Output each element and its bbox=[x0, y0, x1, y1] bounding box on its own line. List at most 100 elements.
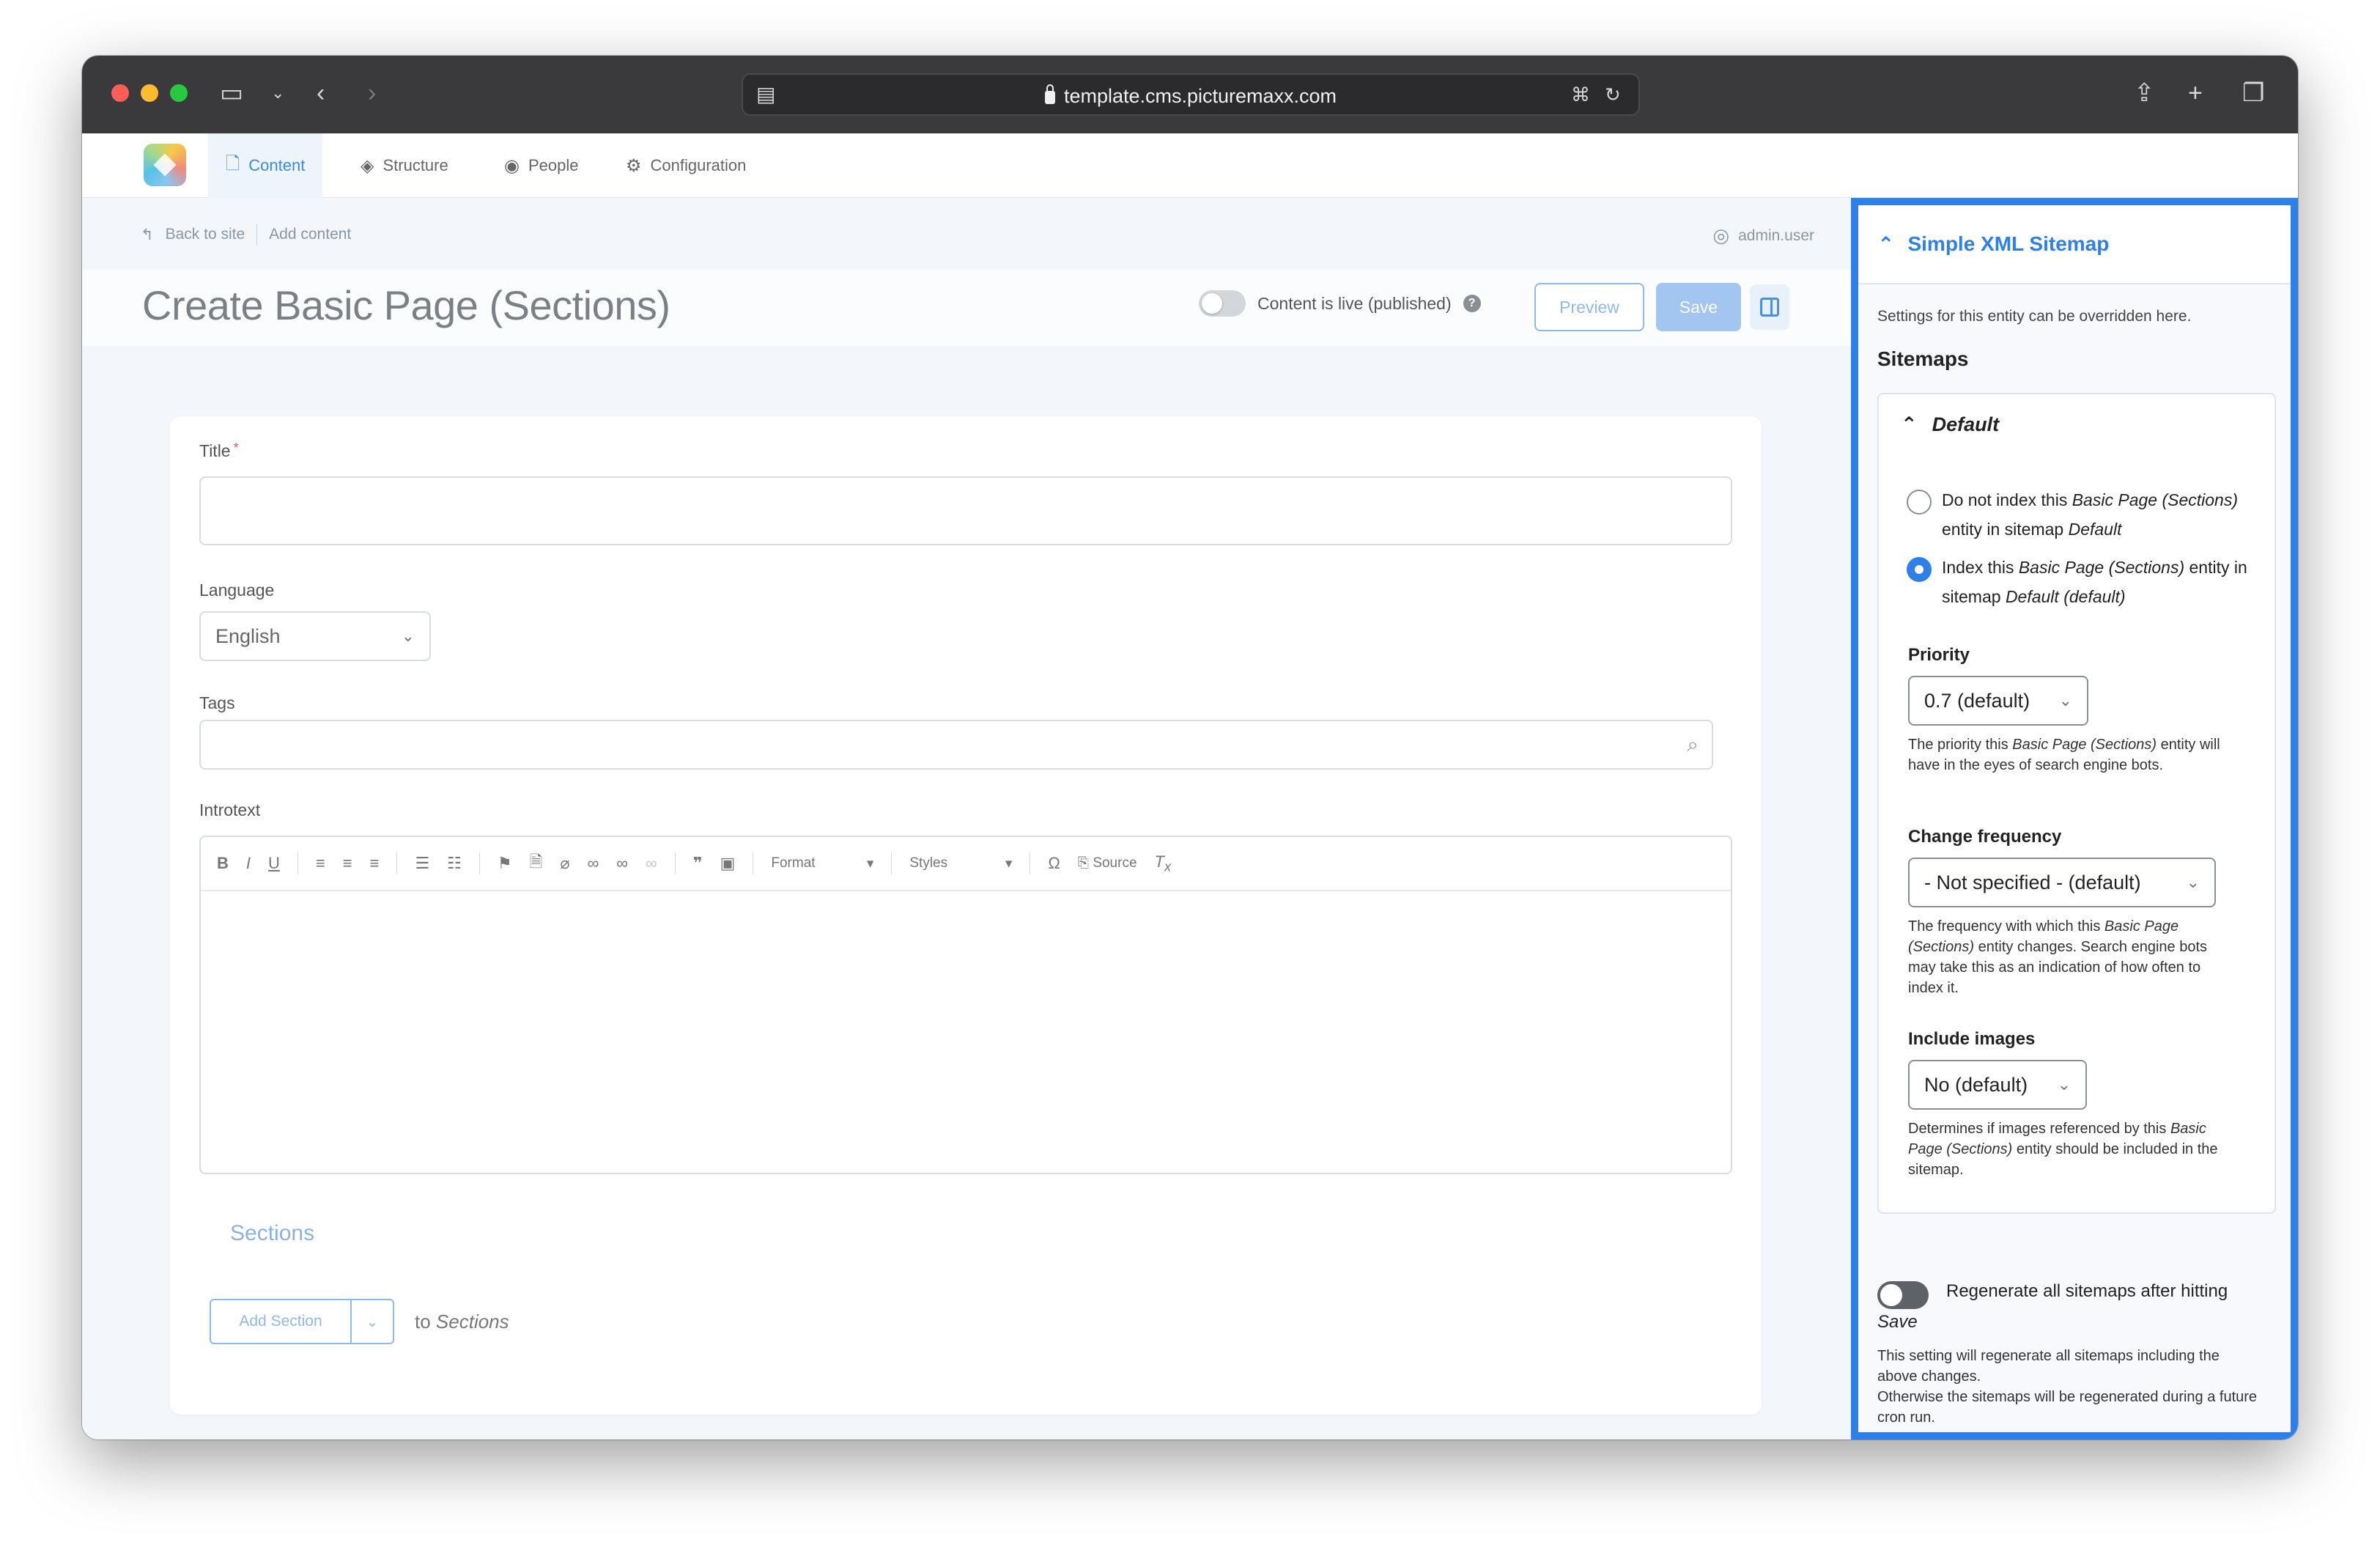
tab-overview-icon[interactable]: ❐ bbox=[2242, 81, 2264, 106]
index-label[interactable]: Index this Basic Page (Sections) entity … bbox=[1942, 553, 2250, 611]
new-tab-icon[interactable]: + bbox=[2188, 81, 2203, 106]
address-bar[interactable]: ▤ template.cms.picturemaxx.com ⌘ ↻ bbox=[742, 73, 1640, 116]
page-header: Create Basic Page (Sections) Content is … bbox=[82, 270, 1851, 346]
change-frequency-label: Change frequency bbox=[1908, 827, 2062, 847]
align-right-icon[interactable]: ≡ bbox=[370, 854, 380, 873]
tags-input[interactable]: ⌕ bbox=[199, 720, 1713, 770]
published-label: Content is live (published) bbox=[1257, 293, 1452, 313]
change-frequency-select[interactable]: - Not specified - (default) ⌄ bbox=[1908, 858, 2216, 907]
file-icon: 🗋 bbox=[226, 153, 240, 174]
tab-content[interactable]: 🗋 Content bbox=[208, 133, 323, 198]
chevron-up-icon: ⌃ bbox=[1877, 232, 1895, 256]
clear-format-icon[interactable]: Tx bbox=[1155, 852, 1172, 874]
default-sitemap-box: ⌃ Default Do not index this Basic Page (… bbox=[1877, 393, 2276, 1214]
introtext-editor[interactable]: B I U ≡ ≡ ≡ ☰ ☷ ⚑ 🗎 ⌀ ∞ ∞ ∞ ❞ ▣ Format ▾… bbox=[199, 836, 1732, 1174]
link-alt-icon[interactable]: ∞ bbox=[616, 854, 628, 873]
priority-select[interactable]: 0.7 (default) ⌄ bbox=[1908, 676, 2088, 726]
underline-icon[interactable]: U bbox=[268, 854, 280, 873]
add-section-label[interactable]: Add Section bbox=[211, 1300, 352, 1343]
tab-people-label: People bbox=[528, 156, 579, 174]
sidebar-toggle-icon[interactable]: ▭ bbox=[220, 81, 243, 106]
forward-icon[interactable]: › bbox=[368, 81, 376, 106]
user-menu[interactable]: ◎ admin.user bbox=[1712, 224, 1814, 247]
index-radio[interactable] bbox=[1907, 557, 1932, 582]
no-index-radio[interactable] bbox=[1907, 490, 1932, 515]
title-label: Title * bbox=[199, 441, 239, 460]
italic-icon[interactable]: I bbox=[246, 854, 251, 873]
image-icon[interactable]: ▣ bbox=[720, 854, 736, 873]
tab-people[interactable]: ◉ People bbox=[487, 133, 596, 198]
language-select[interactable]: English ⌄ bbox=[199, 611, 431, 661]
introtext-label: Introtext bbox=[199, 800, 261, 819]
add-section-button[interactable]: Add Section ⌄ bbox=[210, 1299, 394, 1344]
breadcrumb: ↰ Back to site Add content bbox=[141, 224, 351, 245]
user-circle-icon: ◉ bbox=[504, 155, 520, 176]
attachment-icon[interactable]: ⌀ bbox=[560, 854, 569, 873]
sitemap-section-toggle[interactable]: ⌃ Simple XML Sitemap bbox=[1858, 205, 2291, 284]
tab-configuration[interactable]: ⚙ Configuration bbox=[608, 133, 764, 198]
required-marker: * bbox=[233, 441, 239, 455]
tab-configuration-label: Configuration bbox=[650, 156, 747, 174]
zoom-window-button[interactable] bbox=[170, 84, 188, 102]
chevron-down-icon: ⌄ bbox=[2058, 691, 2072, 710]
include-images-select[interactable]: No (default) ⌄ bbox=[1908, 1060, 2087, 1110]
align-left-icon[interactable]: ≡ bbox=[316, 854, 325, 873]
anchor-flag-icon[interactable]: ⚑ bbox=[498, 854, 512, 873]
browser-toolbar: ▭ ⌄ ‹ › ▤ template.cms.picturemaxx.com ⌘… bbox=[82, 56, 2298, 133]
default-sitemap-toggle[interactable]: ⌃ Default bbox=[1901, 413, 1999, 436]
no-index-label[interactable]: Do not index this Basic Page (Sections) … bbox=[1942, 485, 2250, 544]
lock-icon bbox=[1044, 84, 1055, 104]
layers-icon: ◈ bbox=[361, 155, 374, 176]
translate-icon[interactable]: ⌘ bbox=[1571, 82, 1590, 107]
insert-file-icon[interactable]: 🗎 bbox=[530, 849, 543, 877]
toolbar-divider bbox=[396, 852, 398, 874]
main-area: ↰ Back to site Add content ◎ admin.user … bbox=[82, 198, 1851, 1440]
toggle-sidebar-button[interactable] bbox=[1750, 284, 1789, 330]
align-center-icon[interactable]: ≡ bbox=[343, 854, 352, 873]
app-logo[interactable] bbox=[144, 144, 186, 186]
regenerate-label: Regenerate all sitemaps after hitting bbox=[1946, 1281, 2228, 1301]
help-icon[interactable]: ? bbox=[1463, 295, 1481, 312]
sitemaps-heading: Sitemaps bbox=[1877, 347, 1969, 370]
bulleted-list-icon[interactable]: ☰ bbox=[415, 854, 429, 873]
unlink-icon[interactable]: ∞ bbox=[646, 854, 657, 873]
app-nav: 🗋 Content ◈ Structure ◉ People ⚙ Configu… bbox=[82, 133, 2298, 198]
back-icon[interactable]: ‹ bbox=[317, 81, 325, 106]
numbered-list-icon[interactable]: ☷ bbox=[447, 854, 462, 873]
language-label: Language bbox=[199, 580, 275, 600]
toolbar-divider bbox=[674, 852, 676, 874]
minimize-window-button[interactable] bbox=[141, 84, 158, 102]
styles-dropdown[interactable]: Styles ▾ bbox=[909, 855, 1012, 872]
search-icon: ⌕ bbox=[1687, 733, 1699, 756]
chevron-down-icon: ⌄ bbox=[2186, 873, 2200, 891]
tags-label: Tags bbox=[199, 693, 235, 712]
chevron-down-icon[interactable]: ⌄ bbox=[271, 81, 284, 106]
sections-heading: Sections bbox=[230, 1221, 315, 1245]
username: admin.user bbox=[1738, 226, 1814, 244]
regenerate-toggle[interactable] bbox=[1877, 1281, 1929, 1309]
title-input[interactable] bbox=[199, 476, 1732, 545]
source-button[interactable]: ⎘ Source bbox=[1078, 855, 1137, 871]
format-dropdown[interactable]: Format ▾ bbox=[771, 855, 873, 872]
include-images-value: No (default) bbox=[1924, 1073, 2028, 1096]
published-toggle[interactable] bbox=[1199, 290, 1246, 317]
back-to-site-link[interactable]: Back to site bbox=[166, 226, 245, 243]
close-window-button[interactable] bbox=[111, 84, 129, 102]
bold-icon[interactable]: B bbox=[217, 854, 229, 873]
blockquote-icon[interactable]: ❞ bbox=[693, 854, 703, 873]
chevron-down-icon: ⌄ bbox=[401, 627, 415, 645]
reload-icon[interactable]: ↻ bbox=[1605, 82, 1621, 107]
special-char-icon[interactable]: Ω bbox=[1048, 854, 1060, 873]
share-icon[interactable]: ⇪ bbox=[2134, 81, 2155, 106]
link-icon[interactable]: ∞ bbox=[588, 854, 599, 873]
save-button[interactable]: Save bbox=[1656, 283, 1741, 331]
priority-value: 0.7 (default) bbox=[1924, 689, 2030, 712]
tab-content-label: Content bbox=[248, 156, 306, 174]
toolbar-divider bbox=[891, 852, 892, 874]
tab-structure[interactable]: ◈ Structure bbox=[343, 133, 466, 198]
sidebar-panel-icon bbox=[1760, 298, 1779, 317]
preview-button[interactable]: Preview bbox=[1534, 283, 1644, 331]
chevron-down-icon[interactable]: ⌄ bbox=[352, 1300, 393, 1343]
regenerate-description-line2: Otherwise the sitemaps will be regenerat… bbox=[1877, 1389, 2258, 1426]
include-images-description: Determines if images referenced by this … bbox=[1908, 1121, 2218, 1178]
